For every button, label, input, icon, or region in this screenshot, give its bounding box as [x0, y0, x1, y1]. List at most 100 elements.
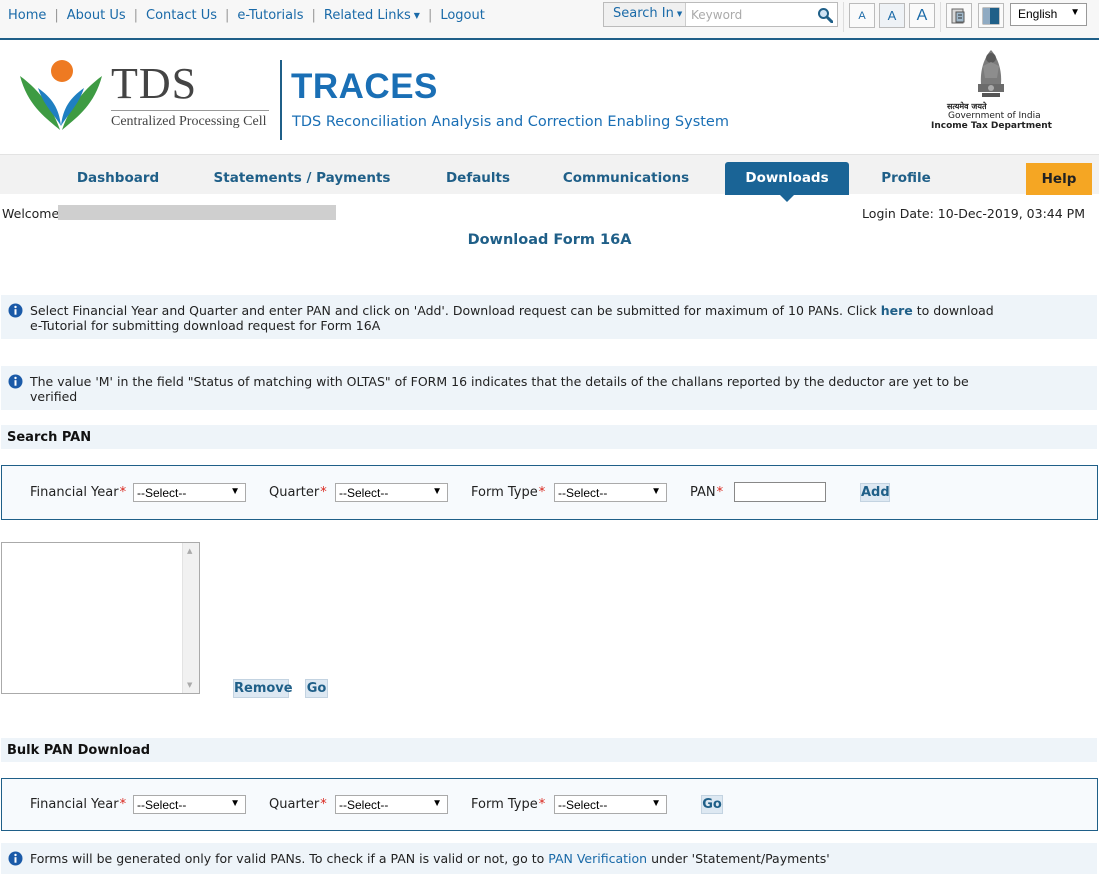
required-marker: *: [320, 797, 327, 812]
remove-button[interactable]: Remove: [233, 679, 293, 698]
financial-year-label: Financial Year*: [30, 485, 126, 500]
tds-logo-icon: [20, 60, 102, 130]
site-header: TDS Centralized Processing Cell TRACES T…: [0, 42, 1099, 154]
required-marker: *: [119, 797, 127, 812]
go-button[interactable]: Go: [305, 679, 328, 698]
about-us-link[interactable]: About Us: [67, 8, 126, 23]
form-type-text: Form Type: [471, 485, 538, 500]
nav-statements-payments[interactable]: Statements / Payments: [198, 155, 406, 195]
required-marker: *: [538, 485, 546, 500]
e-tutorials-link[interactable]: e-Tutorials: [237, 8, 303, 23]
font-medium-button[interactable]: A: [879, 3, 905, 28]
quarter-text: Quarter: [269, 797, 320, 812]
form-type-label: Form Type*: [471, 485, 545, 500]
related-links-menu[interactable]: Related Links ▼: [324, 8, 420, 23]
separator: |: [225, 8, 230, 23]
required-marker: *: [538, 797, 546, 812]
app-tagline: TDS Reconciliation Analysis and Correcti…: [292, 114, 729, 130]
select-value: --Select--: [558, 486, 608, 500]
dropdown-arrow-icon: ▼: [230, 486, 240, 497]
pan-listbox[interactable]: ▲ ▼: [1, 542, 200, 694]
required-marker: *: [716, 485, 724, 500]
quarter-label: Quarter*: [269, 797, 327, 812]
search-button[interactable]: [812, 3, 837, 26]
divider: [843, 2, 844, 32]
financial-year-text: Financial Year: [30, 485, 119, 500]
dropdown-arrow-icon: ▼: [432, 486, 442, 497]
nav-help[interactable]: Help: [1026, 163, 1092, 195]
financial-year-select[interactable]: --Select-- ▼: [133, 483, 246, 502]
page-title: Download Form 16A: [467, 232, 632, 248]
government-label: Government of India: [948, 111, 1041, 121]
form-type-text: Form Type: [471, 797, 538, 812]
pan-verification-link[interactable]: PAN Verification: [548, 851, 647, 866]
keyword-input[interactable]: [686, 3, 812, 26]
financial-year-label: Financial Year*: [30, 797, 126, 812]
top-links: Home | About Us | Contact Us | e-Tutoria…: [8, 8, 485, 23]
scroll-down-icon[interactable]: ▼: [187, 681, 192, 689]
language-value: English: [1018, 7, 1058, 21]
dropdown-arrow-icon: ▼: [230, 798, 240, 809]
search-in-dropdown[interactable]: Search In ▼: [604, 3, 686, 26]
divider: [280, 60, 282, 140]
dropdown-arrow-icon: ▼: [432, 798, 442, 809]
divider: [111, 110, 269, 111]
select-value: --Select--: [339, 798, 389, 812]
tds-logo-subtitle: Centralized Processing Cell: [111, 114, 267, 129]
logout-link[interactable]: Logout: [440, 8, 485, 23]
search-pan-heading: Search PAN: [1, 425, 1097, 449]
bulk-financial-year-select[interactable]: --Select-- ▼: [133, 795, 246, 814]
info-text: Forms will be generated only for valid P…: [30, 851, 549, 866]
bulk-pan-heading: Bulk PAN Download: [1, 738, 1097, 762]
quarter-select[interactable]: --Select-- ▼: [335, 483, 448, 502]
contact-us-link[interactable]: Contact Us: [146, 8, 217, 23]
quarter-text: Quarter: [269, 485, 320, 500]
pan-label: PAN*: [690, 485, 723, 500]
info-text: under 'Statement/Payments': [647, 851, 830, 866]
app-name: TRACES: [291, 67, 438, 106]
screen-reader-button[interactable]: [946, 3, 972, 28]
info-text: The value 'M' in the field "Status of ma…: [30, 374, 969, 404]
add-button[interactable]: Add: [860, 483, 890, 502]
form-type-select[interactable]: --Select-- ▼: [554, 483, 667, 502]
scrollbar[interactable]: ▲ ▼: [182, 543, 199, 693]
bulk-quarter-select[interactable]: --Select-- ▼: [335, 795, 448, 814]
site-search: Search In ▼: [603, 2, 838, 27]
dropdown-arrow-icon: ▼: [651, 486, 661, 497]
login-date: Login Date: 10-Dec-2019, 03:44 PM: [862, 206, 1085, 221]
info-text: Select Financial Year and Quarter and en…: [30, 303, 881, 318]
caret-down-icon: ▼: [676, 9, 683, 18]
quarter-label: Quarter*: [269, 485, 327, 500]
pan-input[interactable]: [734, 482, 826, 502]
select-value: --Select--: [558, 798, 608, 812]
info-icon: [8, 851, 23, 866]
divider: [940, 2, 941, 32]
here-link[interactable]: here: [881, 303, 913, 318]
caret-down-icon: ▼: [413, 11, 420, 20]
info-icon: [8, 303, 23, 318]
home-link[interactable]: Home: [8, 8, 46, 23]
bulk-go-button[interactable]: Go: [701, 795, 723, 814]
tds-logo-text: TDS: [111, 59, 198, 108]
select-value: --Select--: [339, 486, 389, 500]
nav-communications[interactable]: Communications: [548, 155, 704, 195]
scroll-up-icon[interactable]: ▲: [187, 547, 192, 555]
language-select[interactable]: English ▼: [1010, 3, 1087, 26]
nav-downloads[interactable]: Downloads: [725, 162, 849, 202]
contrast-button[interactable]: [978, 3, 1004, 28]
required-marker: *: [320, 485, 327, 500]
search-pan-form: Financial Year* --Select-- ▼ Quarter* --S…: [1, 465, 1098, 520]
info-icon: [8, 374, 23, 389]
national-emblem-icon: [978, 50, 1004, 97]
font-small-button[interactable]: A: [849, 3, 875, 28]
select-value: --Select--: [137, 486, 187, 500]
separator: |: [54, 8, 59, 23]
bulk-form-type-select[interactable]: --Select-- ▼: [554, 795, 667, 814]
nav-dashboard[interactable]: Dashboard: [58, 155, 178, 195]
contrast-icon: [982, 7, 1000, 24]
font-large-button[interactable]: A: [909, 3, 935, 28]
select-value: --Select--: [137, 798, 187, 812]
info-message-add-pan: Select Financial Year and Quarter and en…: [1, 295, 1097, 339]
nav-defaults[interactable]: Defaults: [427, 155, 529, 195]
nav-profile[interactable]: Profile: [860, 155, 952, 195]
